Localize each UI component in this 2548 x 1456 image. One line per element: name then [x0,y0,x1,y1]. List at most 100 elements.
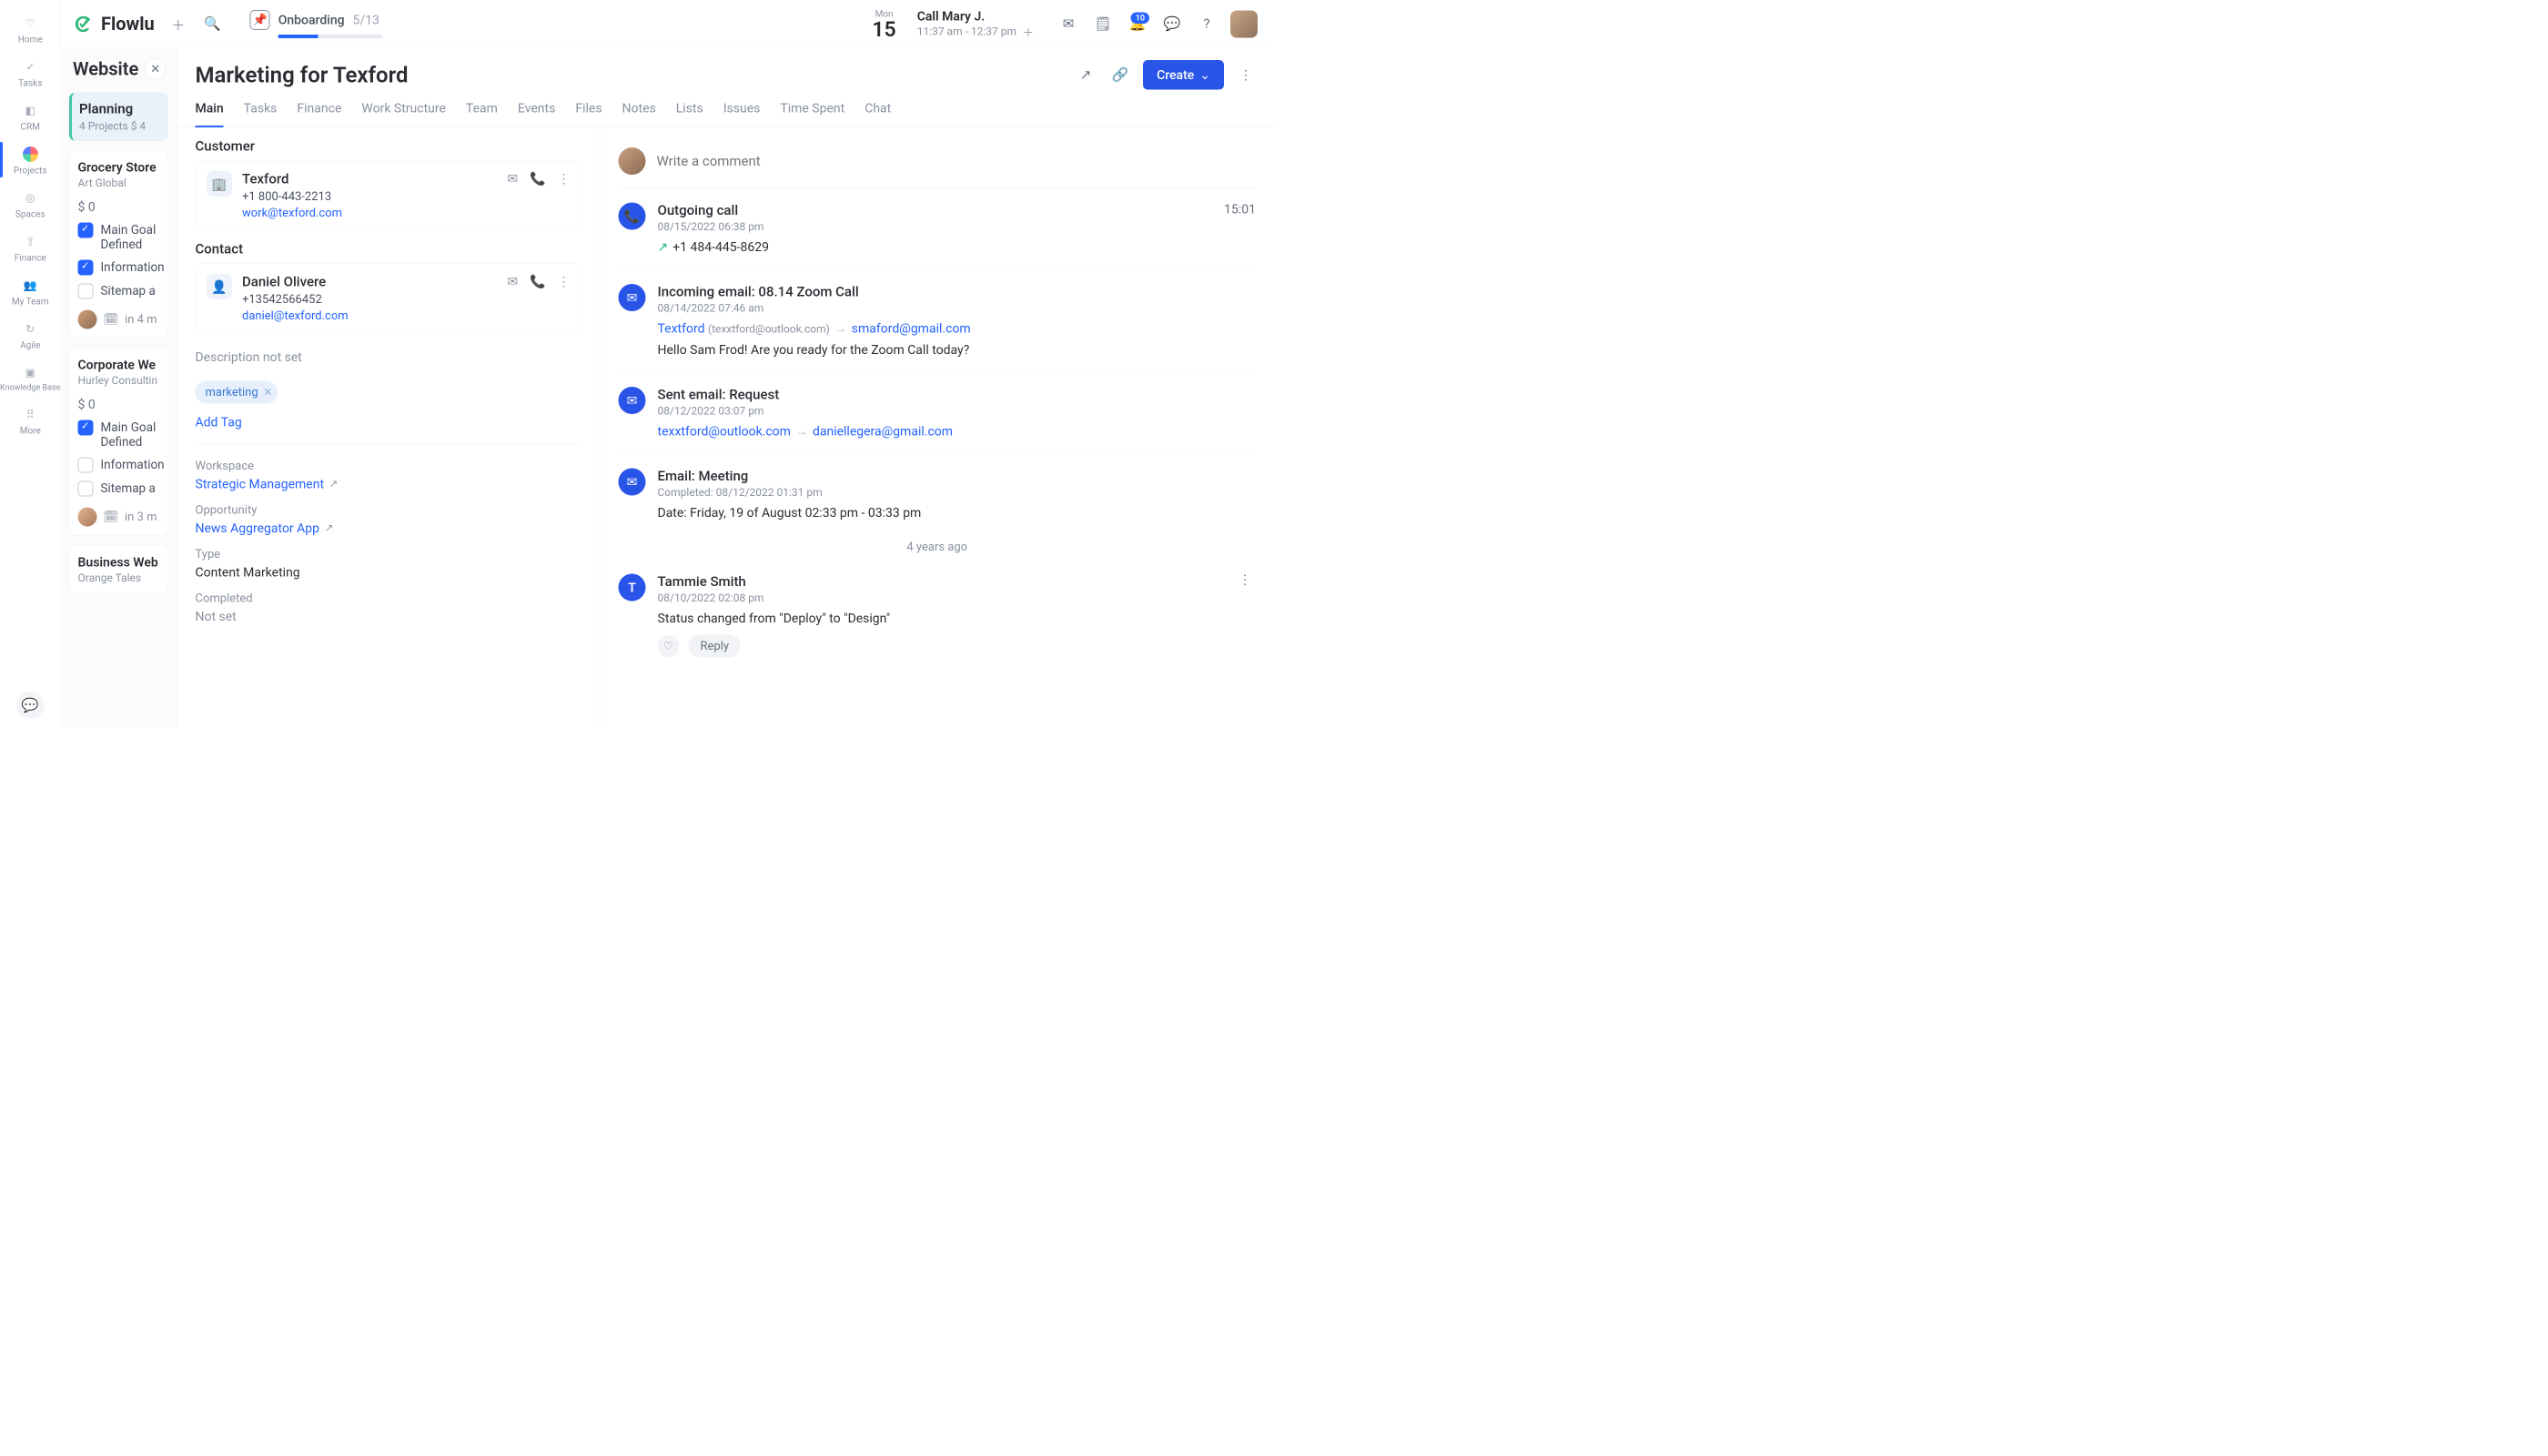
date-dom: 15 [872,19,895,40]
like-icon[interactable]: ♡ [658,635,680,657]
assignee-avatar[interactable] [78,310,97,329]
tab-main[interactable]: Main [196,101,224,128]
phone-icon[interactable]: 📞 [530,274,545,289]
rail-label: CRM [21,121,40,132]
checkbox-icon[interactable] [78,481,94,497]
help-icon[interactable]: ? [1196,13,1218,35]
activity-call[interactable]: 📞 Outgoing call 08/15/2022 06:38 pm ↗+1 … [619,188,1257,270]
email-from[interactable]: Textford [658,321,705,337]
user-avatar[interactable] [1230,10,1258,37]
reply-button[interactable]: Reply [689,635,742,658]
create-label: Create [1157,67,1194,83]
tab-time-spent[interactable]: Time Spent [780,101,844,127]
assignee-avatar[interactable] [78,508,97,527]
project-card[interactable]: Corporate We Hurley Consultin $ 0 Main G… [69,348,168,536]
checkbox-icon[interactable] [78,223,94,238]
tab-files[interactable]: Files [575,101,602,127]
activity-event[interactable]: ✉ Email: Meeting Completed: 08/12/2022 0… [619,454,1257,535]
tab-notes[interactable]: Notes [622,101,656,127]
rail-crm[interactable]: ◧CRM [0,96,61,136]
bell-icon[interactable]: 🔔10 [1127,13,1148,35]
project-card[interactable]: Grocery Store Art Global $ 0 Main Goal D… [69,150,168,339]
customer-heading: Customer [196,138,582,155]
stage-planning[interactable]: Planning 4 Projects $ 4 [69,93,168,142]
tab-issues[interactable]: Issues [723,101,761,127]
activity-sent-email[interactable]: ✉ Sent email: Request 08/12/2022 03:07 p… [619,372,1257,454]
email-to[interactable]: daniellegera@gmail.com [813,424,953,440]
comment-input[interactable] [657,153,1257,169]
tab-chat[interactable]: Chat [864,101,891,127]
tab-events[interactable]: Events [518,101,555,127]
checkbox-icon[interactable] [78,260,94,276]
upcoming-call[interactable]: Call Mary J. 11:37 am - 12:37 pm ＋ [917,8,1034,39]
external-icon[interactable]: ↗ [325,522,333,534]
opportunity-value[interactable]: News Aggregator App↗ [196,521,582,536]
checkbox-icon[interactable] [78,284,94,299]
tag-chip[interactable]: marketing✕ [196,381,278,404]
checkbox-icon[interactable] [78,420,94,436]
tag-remove-icon[interactable]: ✕ [264,387,272,399]
tab-lists[interactable]: Lists [676,101,703,127]
email-from[interactable]: texxtford@outlook.com [658,424,791,440]
rail-tasks[interactable]: ✓Tasks [0,52,61,93]
external-icon[interactable]: ↗ [329,479,338,490]
description-empty[interactable]: Description not set [177,333,601,369]
inbox-icon[interactable]: ✉ [1057,13,1079,35]
phone-icon[interactable]: 📞 [530,171,545,187]
search-icon[interactable]: 🔍 [202,13,224,35]
comment-composer[interactable] [619,141,1257,188]
rail-help-bubble[interactable]: 💬 [16,692,44,719]
activity-title: Email: Meeting [658,469,1257,485]
tab-finance[interactable]: Finance [297,101,341,127]
create-button[interactable]: Create⌄ [1143,60,1224,90]
tab-team[interactable]: Team [466,101,498,127]
customer-email[interactable]: work@texford.com [242,207,497,220]
rail-home[interactable]: ♡Home [0,8,61,49]
calendar-icon: 🗓 [104,313,119,327]
tab-tasks[interactable]: Tasks [244,101,278,127]
close-icon[interactable]: ✕ [145,58,166,79]
kebab-icon[interactable]: ⋮ [558,171,571,187]
project-card[interactable]: Business Web Orange Tales [69,545,168,594]
brand-logo[interactable]: Flowlu [72,13,155,35]
notes-icon[interactable]: 🗒 [1092,13,1114,35]
rail-finance[interactable]: ⇪Finance [0,227,61,268]
open-external-icon[interactable]: ↗ [1074,63,1097,86]
checkbox-icon[interactable] [78,458,94,473]
card-title: Grocery Store [78,160,160,176]
contact-email[interactable]: daniel@texford.com [242,309,497,323]
link-icon[interactable]: 🔗 [1108,63,1132,86]
brand-name: Flowlu [101,14,155,35]
kebab-icon[interactable]: ⋮ [1234,572,1256,588]
call-add-icon[interactable]: ＋ [1023,24,1034,40]
rail-team[interactable]: 👥My Team [0,270,61,311]
activity-incoming-email[interactable]: ✉ Incoming email: 08.14 Zoom Call 08/14/… [619,269,1257,372]
card-title: Corporate We [78,358,160,373]
tab-work-structure[interactable]: Work Structure [361,101,446,127]
mail-in-icon: ✉ [619,284,646,311]
activity-status-change[interactable]: T Tammie Smith 08/10/2022 02:08 pm Statu… [619,560,1257,672]
activity-date: 08/15/2022 06:38 pm [658,220,1257,233]
chat-icon[interactable]: 💬 [1161,13,1183,35]
contact-box[interactable]: 👤 Daniel Olivere +13542566452 daniel@tex… [196,264,582,334]
rail-kb[interactable]: ▣Knowledge Base [0,358,61,397]
call-phone: +1 484-445-8629 [672,239,769,255]
workspace-value[interactable]: Strategic Management↗ [196,477,582,492]
task-text: Sitemap a [101,481,156,496]
rail-label: My Team [12,296,49,307]
rail-label: More [20,425,41,436]
email-to[interactable]: smaford@gmail.com [852,321,971,337]
mail-icon[interactable]: ✉ [507,274,518,289]
rail-spaces[interactable]: ◎Spaces [0,183,61,224]
mail-icon[interactable]: ✉ [507,171,518,187]
kebab-icon[interactable]: ⋮ [558,274,571,289]
add-icon[interactable]: ＋ [167,13,189,35]
add-tag-button[interactable]: Add Tag [177,415,601,430]
customer-box[interactable]: 🏢 Texford +1 800-443-2213 work@texford.c… [196,161,582,231]
date-block[interactable]: Mon 15 [872,8,895,40]
rail-agile[interactable]: ↻Agile [0,314,61,355]
rail-more[interactable]: ⠿More [0,399,61,440]
rail-projects[interactable]: Projects [0,139,61,180]
kebab-icon[interactable]: ⋮ [1235,67,1257,83]
onboarding-widget[interactable]: 📌 Onboarding 5/13 [250,10,383,38]
